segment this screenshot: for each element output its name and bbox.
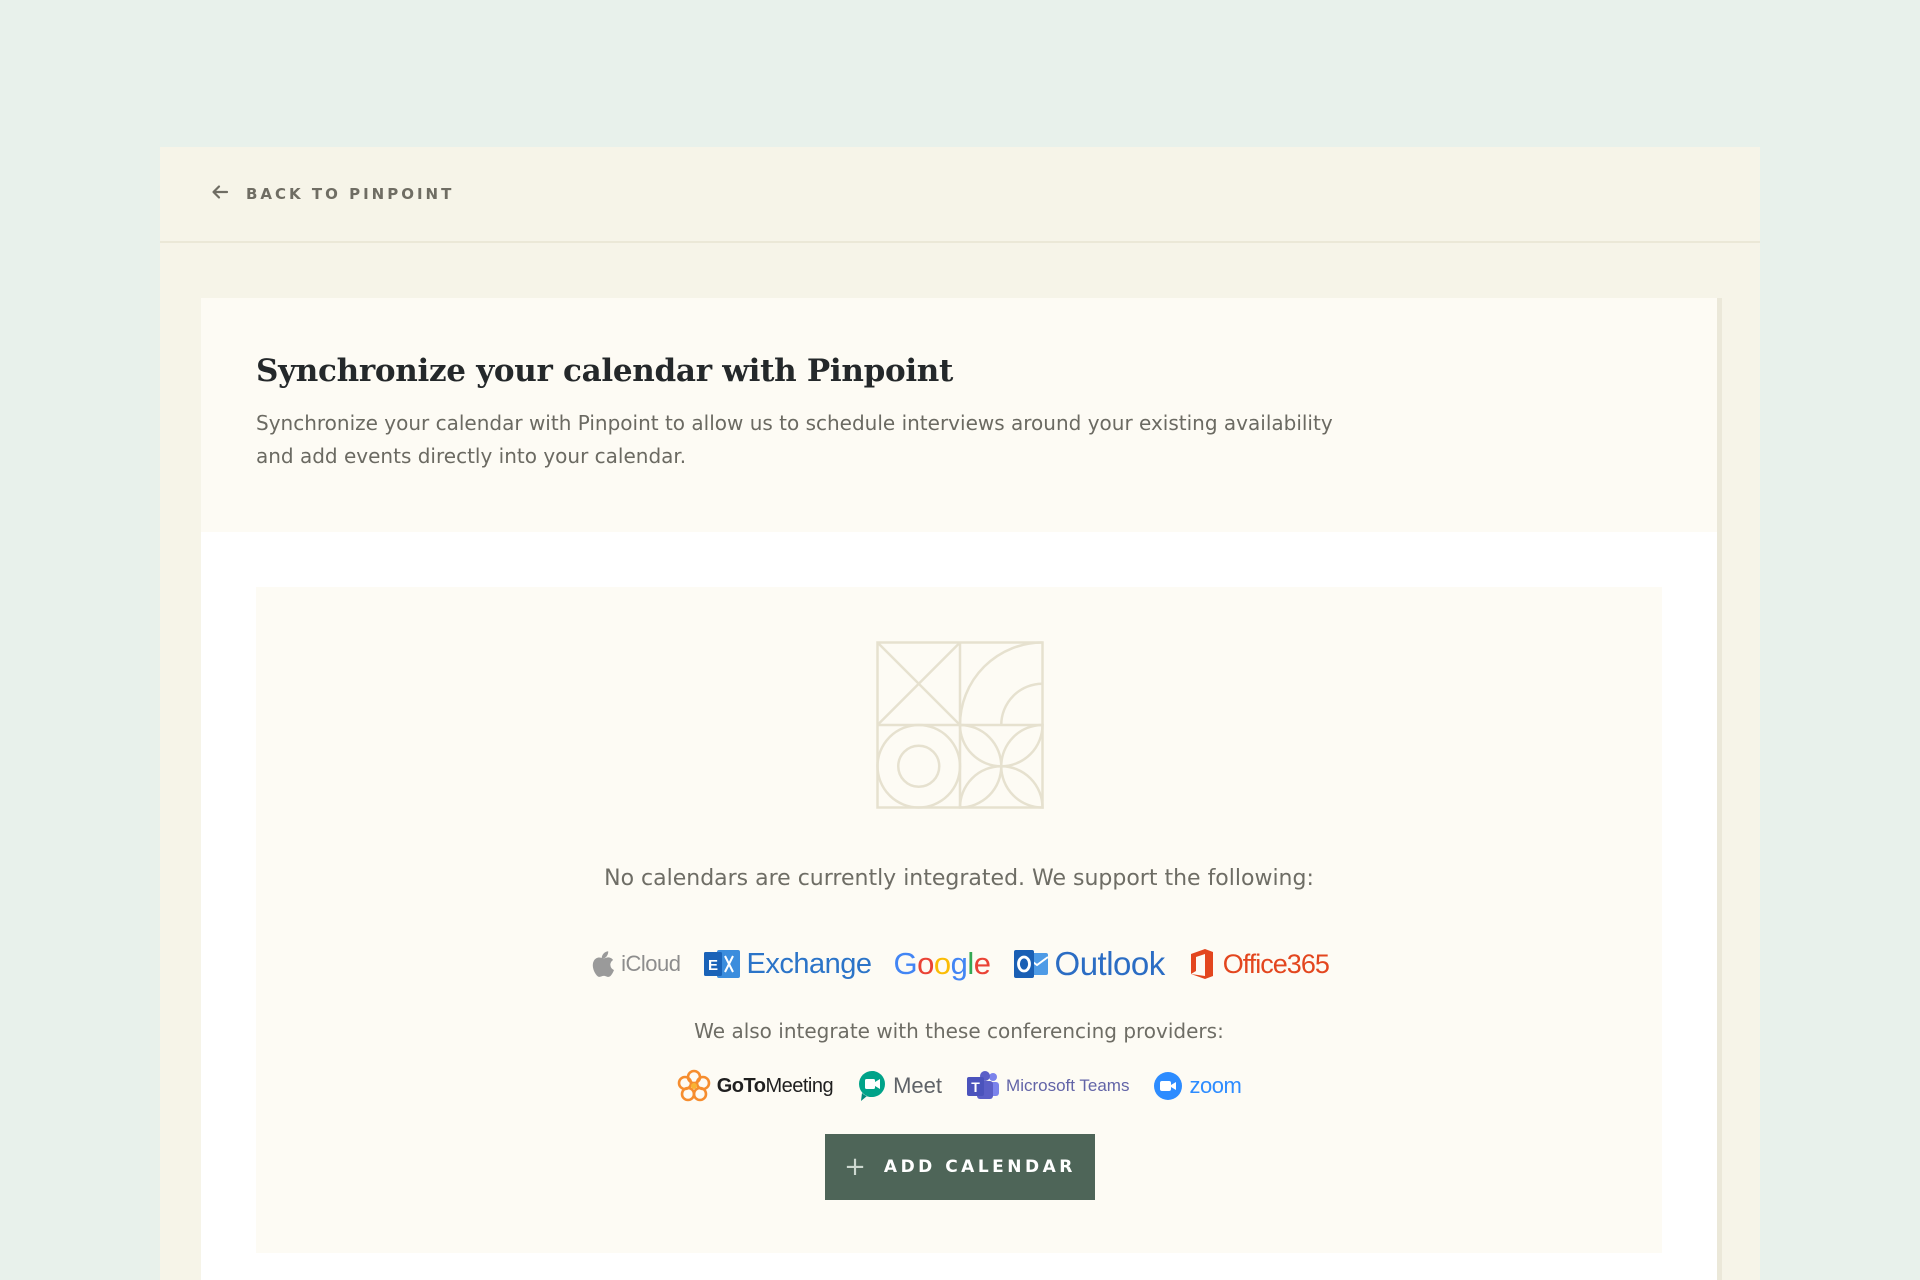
plus-icon: +: [844, 1152, 866, 1182]
calendar-placeholder-illustration: [876, 641, 1044, 809]
outlook-icon: [1013, 950, 1049, 978]
add-calendar-label: ADD CALENDAR: [883, 1157, 1076, 1177]
google-meet-icon: [859, 1071, 886, 1101]
back-link-label: BACK TO PINPOINT: [246, 185, 455, 203]
add-calendar-button[interactable]: + ADD CALENDAR: [825, 1134, 1095, 1200]
zoom-icon: [1154, 1072, 1183, 1100]
office-icon: [1190, 949, 1213, 979]
page-title: Synchronize your calendar with Pinpoint: [256, 353, 954, 389]
gotomeeting-label-bold: GoTo: [716, 1074, 766, 1097]
gotomeeting-icon: [677, 1069, 711, 1102]
page-description: Synchronize your calendar with Pinpoint …: [256, 411, 1333, 468]
calendar-provider-logos: iCloud E Exchange Google Outlook Office3…: [256, 945, 1662, 983]
icloud-label: iCloud: [621, 951, 681, 976]
google-logo: Google: [893, 946, 992, 982]
conferencing-message: We also integrate with these conferencin…: [694, 1019, 1224, 1043]
microsoft-teams-logo: T Microsoft Teams: [966, 1070, 1129, 1102]
calendar-sync-card: Synchronize your calendar with Pinpoint …: [201, 298, 1717, 1280]
google-wordmark: Google: [893, 946, 992, 981]
zoom-logo: zoom: [1153, 1071, 1242, 1101]
office365-label: Office365: [1222, 948, 1330, 979]
empty-state-panel: No calendars are currently integrated. W…: [256, 587, 1662, 1253]
empty-state-message: No calendars are currently integrated. W…: [604, 866, 1314, 891]
conferencing-provider-logos: GoToMeeting Meet T Microsoft Teams zoom: [256, 1069, 1662, 1103]
arrow-left-icon: [210, 182, 230, 206]
gotomeeting-label: GoToMeeting: [716, 1074, 834, 1098]
meet-label: Meet: [893, 1073, 943, 1098]
back-to-pinpoint-link[interactable]: BACK TO PINPOINT: [210, 182, 454, 206]
gotomeeting-label-rest: Meeting: [765, 1074, 834, 1097]
apple-icon: [592, 951, 615, 977]
google-meet-logo: Meet: [857, 1069, 942, 1103]
top-bar: BACK TO PINPOINT: [160, 147, 1760, 243]
card-header: Synchronize your calendar with Pinpoint …: [201, 298, 1717, 532]
microsoft-teams-label: Microsoft Teams: [1006, 1076, 1130, 1095]
outlook-label: Outlook: [1054, 945, 1166, 982]
exchange-logo: E Exchange: [703, 947, 872, 981]
app-frame: BACK TO PINPOINT Synchronize your calend…: [160, 147, 1760, 1280]
svg-text:E: E: [708, 957, 718, 974]
outlook-logo: Outlook: [1013, 945, 1165, 983]
svg-text:T: T: [971, 1079, 980, 1095]
icloud-logo: iCloud: [589, 949, 681, 979]
exchange-label: Exchange: [746, 947, 873, 980]
office365-logo: Office365: [1187, 947, 1330, 981]
teams-icon: T: [967, 1071, 1000, 1099]
exchange-icon: E: [703, 950, 740, 978]
gotomeeting-logo: GoToMeeting: [677, 1069, 834, 1103]
zoom-label: zoom: [1189, 1073, 1242, 1098]
